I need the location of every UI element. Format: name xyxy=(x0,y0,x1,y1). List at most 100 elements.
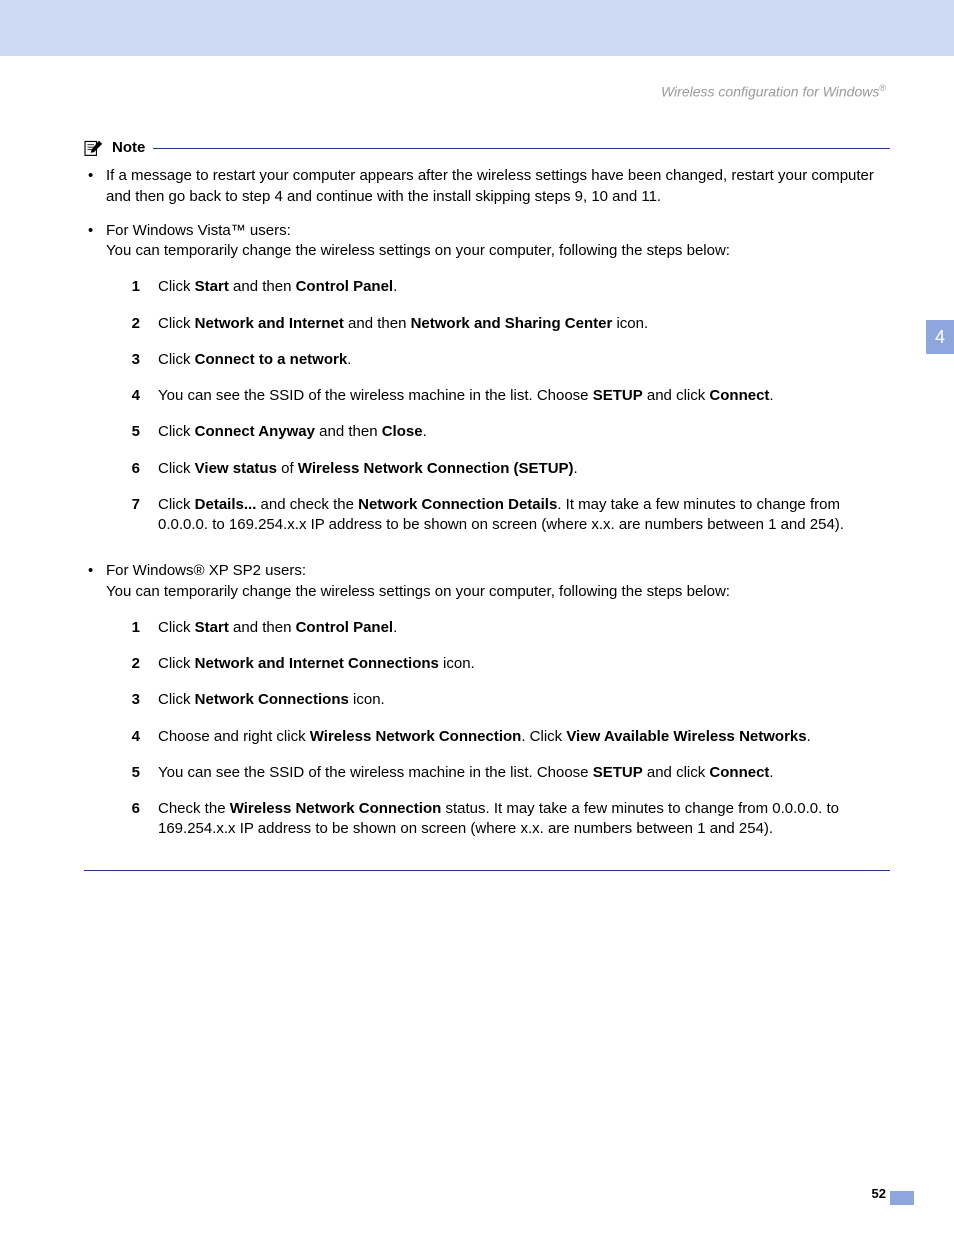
xp-steps: 1 Click Start and then Control Panel. 2 … xyxy=(106,618,890,840)
t: and click xyxy=(643,764,710,781)
vista-step-5: 5 Click Connect Anyway and then Close. xyxy=(106,422,890,442)
t: You can see the SSID of the wireless mac… xyxy=(158,764,593,781)
step-body: Choose and right click Wireless Network … xyxy=(158,727,890,747)
t: Start xyxy=(195,278,229,295)
xp-intro-1: For Windows® XP SP2 users: xyxy=(106,562,306,579)
step-body: Click Network and Internet and then Netw… xyxy=(158,314,890,334)
running-header: Wireless configuration for Windows® xyxy=(661,82,886,102)
bullet-text: If a message to restart your computer ap… xyxy=(106,166,890,207)
t: Choose and right click xyxy=(158,728,310,745)
xp-step-6: 6 Check the Wireless Network Connection … xyxy=(106,799,890,840)
step-number: 7 xyxy=(106,495,140,536)
xp-step-2: 2 Click Network and Internet Connections… xyxy=(106,654,890,674)
step-body: Check the Wireless Network Connection st… xyxy=(158,799,890,840)
note-pencil-icon xyxy=(84,139,104,157)
t: View status xyxy=(195,460,277,477)
t: Click xyxy=(158,351,195,368)
bullet-xp: • For Windows® XP SP2 users: You can tem… xyxy=(88,561,890,855)
step-number: 2 xyxy=(106,314,140,334)
t: . xyxy=(423,423,427,440)
t: Wireless Network Connection xyxy=(230,800,442,817)
step-body: Click Start and then Control Panel. xyxy=(158,277,890,297)
step-number: 4 xyxy=(106,386,140,406)
vista-steps: 1 Click Start and then Control Panel. 2 … xyxy=(106,277,890,535)
bullet-dot: • xyxy=(88,221,98,552)
vista-step-4: 4 You can see the SSID of the wireless m… xyxy=(106,386,890,406)
chapter-tab: 4 xyxy=(926,320,954,354)
t: . xyxy=(574,460,578,477)
t: Network and Internet Connections xyxy=(195,655,439,672)
vista-step-2: 2 Click Network and Internet and then Ne… xyxy=(106,314,890,334)
vista-intro-1: For Windows Vista™ users: xyxy=(106,222,291,239)
t: Wireless Network Connection (SETUP) xyxy=(298,460,574,477)
t: Connect Anyway xyxy=(195,423,315,440)
t: Check the xyxy=(158,800,230,817)
step-body: You can see the SSID of the wireless mac… xyxy=(158,386,890,406)
bullet-text: For Windows Vista™ users: You can tempor… xyxy=(106,221,890,552)
vista-step-6: 6 Click View status of Wireless Network … xyxy=(106,459,890,479)
note-heading: Note xyxy=(84,138,890,158)
t: icon. xyxy=(349,691,385,708)
t: Wireless Network Connection xyxy=(310,728,522,745)
t: and then xyxy=(315,423,382,440)
step-number: 6 xyxy=(106,459,140,479)
page-content: Note • If a message to restart your comp… xyxy=(84,138,890,871)
note-label: Note xyxy=(112,138,145,158)
t: Control Panel xyxy=(296,619,394,636)
t: Click xyxy=(158,496,195,513)
t: icon. xyxy=(612,315,648,332)
t: Click xyxy=(158,619,195,636)
t: Connect xyxy=(709,764,769,781)
step-number: 2 xyxy=(106,654,140,674)
xp-step-1: 1 Click Start and then Control Panel. xyxy=(106,618,890,638)
xp-intro-2: You can temporarily change the wireless … xyxy=(106,583,730,600)
registered-mark: ® xyxy=(879,83,886,93)
t: Connect xyxy=(709,387,769,404)
t: and then xyxy=(229,619,296,636)
t: Click xyxy=(158,691,195,708)
t: . Click xyxy=(521,728,566,745)
step-body: Click Start and then Control Panel. xyxy=(158,618,890,638)
vista-step-1: 1 Click Start and then Control Panel. xyxy=(106,277,890,297)
vista-intro-2: You can temporarily change the wireless … xyxy=(106,242,730,259)
t: View Available Wireless Networks xyxy=(566,728,806,745)
step-number: 5 xyxy=(106,422,140,442)
page-number-bar xyxy=(890,1191,914,1205)
xp-step-4: 4 Choose and right click Wireless Networ… xyxy=(106,727,890,747)
xp-step-5: 5 You can see the SSID of the wireless m… xyxy=(106,763,890,783)
t: and click xyxy=(643,387,710,404)
t: Control Panel xyxy=(296,278,394,295)
bullet-dot: • xyxy=(88,166,98,207)
top-band xyxy=(0,0,954,56)
t: and then xyxy=(229,278,296,295)
bullet-dot: • xyxy=(88,561,98,855)
t: of xyxy=(277,460,298,477)
vista-step-3: 3 Click Connect to a network. xyxy=(106,350,890,370)
t: . xyxy=(347,351,351,368)
t: . xyxy=(769,764,773,781)
t: Click xyxy=(158,315,195,332)
bullet-restart: • If a message to restart your computer … xyxy=(88,166,890,207)
t: Click xyxy=(158,460,195,477)
step-number: 5 xyxy=(106,763,140,783)
step-number: 3 xyxy=(106,690,140,710)
t: Click xyxy=(158,278,195,295)
t: SETUP xyxy=(593,764,643,781)
note-rule xyxy=(153,148,890,149)
step-body: Click View status of Wireless Network Co… xyxy=(158,459,890,479)
bullet-vista: • For Windows Vista™ users: You can temp… xyxy=(88,221,890,552)
t: . xyxy=(807,728,811,745)
note-end-rule xyxy=(84,870,890,871)
t: and then xyxy=(344,315,411,332)
t: and check the xyxy=(256,496,358,513)
vista-step-7: 7 Click Details... and check the Network… xyxy=(106,495,890,536)
t: Network and Internet xyxy=(195,315,344,332)
t: Network Connection Details xyxy=(358,496,557,513)
t: Network Connections xyxy=(195,691,349,708)
t: Start xyxy=(195,619,229,636)
step-number: 3 xyxy=(106,350,140,370)
step-body: Click Connect to a network. xyxy=(158,350,890,370)
step-number: 6 xyxy=(106,799,140,840)
step-number: 1 xyxy=(106,618,140,638)
step-body: Click Network Connections icon. xyxy=(158,690,890,710)
